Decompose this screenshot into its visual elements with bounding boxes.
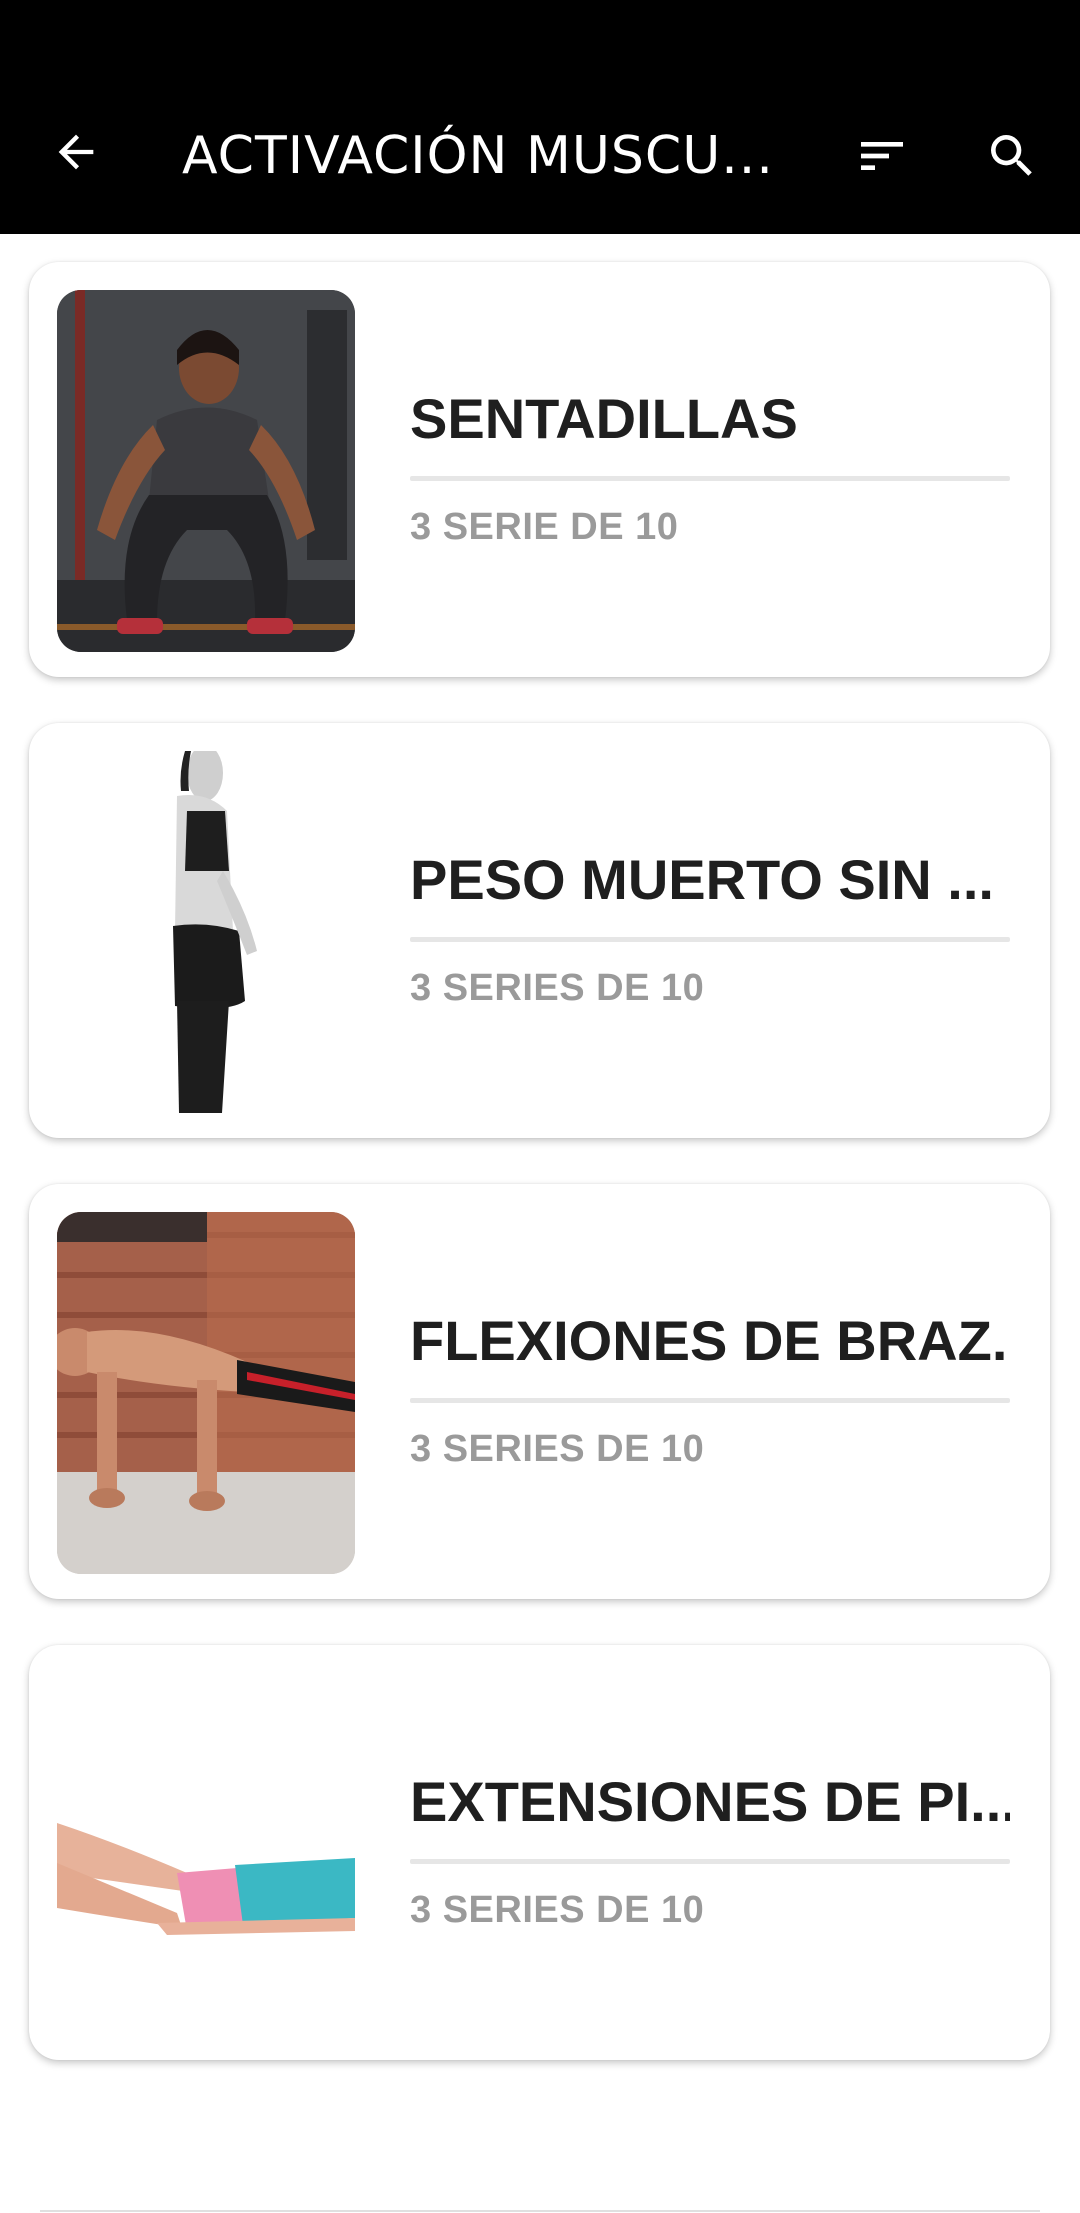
search-button[interactable] — [976, 120, 1048, 192]
woman-squatting-image — [57, 290, 355, 652]
sort-icon — [861, 142, 903, 170]
exercise-title: PESO MUERTO SIN ... — [410, 848, 994, 911]
exercise-card[interactable]: FLEXIONES DE BRAZ... 3 SERIES DE 10 — [29, 1184, 1050, 1599]
exercise-image — [57, 751, 355, 1113]
page-title: ACTIVACIÓN MUSCU... — [182, 126, 774, 186]
sort-button[interactable] — [846, 120, 918, 192]
exercise-card[interactable]: SENTADILLAS 3 SERIE DE 10 — [29, 262, 1050, 677]
exercise-subtitle: 3 SERIES DE 10 — [410, 1889, 705, 1931]
exercise-image — [57, 290, 355, 652]
divider — [410, 1859, 1010, 1864]
divider — [410, 476, 1010, 481]
arrow-left-icon — [58, 134, 94, 170]
back-button[interactable] — [40, 116, 112, 188]
exercise-card[interactable]: PESO MUERTO SIN ... 3 SERIES DE 10 — [29, 723, 1050, 1138]
exercise-title: FLEXIONES DE BRAZ... — [410, 1309, 1010, 1372]
exercise-subtitle: 3 SERIE DE 10 — [410, 506, 679, 548]
exercise-card[interactable]: EXTENSIONES DE PI... 3 SERIES DE 10 — [29, 1645, 1050, 2060]
exercise-subtitle: 3 SERIES DE 10 — [410, 1428, 705, 1470]
exercise-title: EXTENSIONES DE PI... — [410, 1770, 1010, 1833]
man-pushup-image — [57, 1212, 355, 1574]
search-icon — [991, 135, 1032, 176]
exercise-image — [57, 1673, 355, 2035]
exercise-title: SENTADILLAS — [410, 387, 798, 450]
woman-lying-leg-extension-image — [57, 1673, 355, 2035]
exercise-image — [57, 1212, 355, 1574]
app-bar: ACTIVACIÓN MUSCU... — [0, 0, 1080, 234]
exercise-subtitle: 3 SERIES DE 10 — [410, 967, 705, 1009]
divider — [40, 2210, 1040, 2212]
divider — [410, 937, 1010, 942]
divider — [410, 1398, 1010, 1403]
woman-standing-side-image — [57, 751, 355, 1113]
